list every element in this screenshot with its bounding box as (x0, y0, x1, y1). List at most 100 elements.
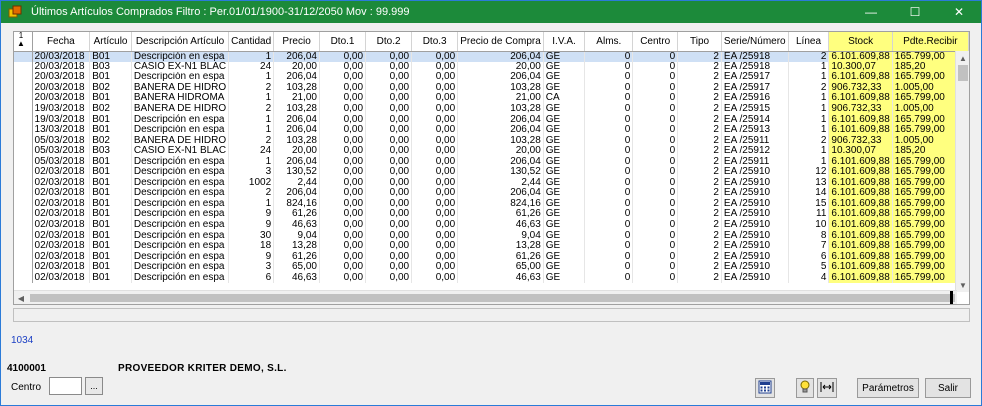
centro-input[interactable] (49, 377, 82, 395)
table-cell: B01 (89, 198, 132, 210)
column-header-art-culo[interactable]: Artículo (89, 32, 132, 52)
exit-button[interactable]: Salir (925, 378, 971, 398)
table-cell: 19/03/2018 (32, 114, 91, 125)
table-cell: Descripción en espa (131, 240, 230, 252)
table-cell: 0,00 (319, 177, 367, 189)
centro-browse-button[interactable]: ... (85, 377, 103, 395)
close-icon[interactable]: ✕ (937, 1, 981, 23)
table-row[interactable]: 02/03/2018 B01 Descripción en espa 9 61,26 0,… (14, 251, 969, 262)
row-indicator[interactable] (14, 124, 33, 136)
column-header-l-nea[interactable]: Línea (788, 32, 830, 52)
minimize-icon[interactable]: — (849, 1, 893, 23)
scroll-left-icon[interactable]: ◀ (14, 291, 28, 304)
column-header-alms[interactable]: Alms. (584, 32, 634, 52)
table-cell: 0,00 (319, 230, 367, 241)
row-indicator[interactable] (14, 145, 33, 157)
calculator-button[interactable] (755, 378, 775, 398)
column-header-dto-3[interactable]: Dto.3 (411, 32, 459, 52)
table-row[interactable]: 19/03/2018 B02 BAÑERA DE HIDRO 2 103,28 0,00 0… (14, 103, 969, 115)
table-row[interactable]: 20/03/2018 B03 CASIO EX-N1 BLAC 24 20,00 0,00… (14, 61, 969, 73)
row-indicator[interactable] (14, 177, 33, 189)
row-indicator[interactable] (14, 198, 33, 210)
horizontal-scrollbar[interactable]: ◀ (14, 290, 957, 304)
column-header-tipo[interactable]: Tipo (677, 32, 722, 52)
row-indicator[interactable] (14, 167, 33, 178)
column-header-stock[interactable]: Stock (828, 32, 893, 52)
column-header-serie-n-mero[interactable]: Serie/Número (721, 32, 789, 52)
table-cell: 0 (632, 177, 679, 189)
table-cell: B02 (89, 135, 132, 146)
scroll-down-icon[interactable]: ▼ (956, 278, 969, 292)
table-cell: 02/03/2018 (32, 219, 91, 231)
row-indicator[interactable] (14, 82, 33, 94)
column-header-centro[interactable]: Centro (632, 32, 679, 52)
table-row[interactable]: 20/03/2018 B01 Descripción en espa 1 206,04 0… (14, 72, 969, 83)
column-header-cantidad[interactable]: Cantidad (228, 32, 275, 52)
table-row[interactable]: 02/03/2018 B01 Descripción en espa 3 65,00 0,… (14, 261, 969, 273)
articles-grid[interactable]: 1 ▲ Fecha Artículo Descripción Artículo Cant… (13, 31, 970, 305)
row-indicator[interactable] (14, 51, 33, 62)
row-indicator[interactable] (14, 251, 33, 262)
row-indicator[interactable] (14, 209, 33, 220)
row-indicator[interactable] (14, 72, 33, 83)
table-row[interactable]: 05/03/2018 B01 Descripción en espa 1 206,04 0… (14, 156, 969, 168)
table-row[interactable]: 02/03/2018 B01 Descripción en espa 6 46,63 0,… (14, 272, 969, 284)
table-row[interactable]: 19/03/2018 B01 Descripción en espa 1 206,04 0… (14, 114, 969, 125)
row-indicator[interactable] (14, 240, 33, 252)
vertical-scrollbar[interactable]: ▲ ▼ (955, 51, 969, 292)
row-indicator[interactable] (14, 261, 33, 273)
row-indicator[interactable] (14, 219, 33, 231)
row-indicator[interactable] (14, 114, 33, 125)
row-indicator[interactable] (14, 272, 33, 284)
row-indicator[interactable] (14, 188, 33, 199)
sort-indicator[interactable]: 1 ▲ (14, 32, 33, 52)
table-cell: EA /25910 (721, 188, 789, 199)
table-cell: 0,00 (319, 240, 367, 252)
column-header-i-v-a[interactable]: I.V.A. (543, 32, 586, 52)
column-header-fecha[interactable]: Fecha (32, 32, 91, 52)
table-cell: 6.101.609,88 (828, 230, 893, 241)
table-row[interactable]: 20/03/2018 B01 Descripción en espa 1 206,04 0… (14, 51, 969, 62)
column-width-button[interactable] (817, 378, 837, 398)
table-row[interactable]: 02/03/2018 B01 Descripción en espa 1002 2,44… (14, 177, 969, 189)
table-cell: B01 (89, 261, 132, 273)
table-row[interactable]: 20/03/2018 B02 BAÑERA DE HIDRO 2 103,28 0,00 0… (14, 82, 969, 94)
table-cell: 2 (677, 230, 722, 241)
parameters-button[interactable]: Parámetros (857, 378, 919, 398)
column-header-pdte-recibir[interactable]: Pdte.Recibir (892, 32, 969, 52)
row-indicator[interactable] (14, 135, 33, 146)
table-row[interactable]: 05/03/2018 B03 CASIO EX-N1 BLAC 24 20,00 0,00… (14, 145, 969, 157)
vertical-scroll-thumb[interactable] (958, 65, 968, 81)
table-row[interactable]: 13/03/2018 B01 Descripción en espa 1 206,04 0… (14, 124, 969, 136)
table-row[interactable]: 02/03/2018 B01 Descripción en espa 9 46,63 0,… (14, 219, 969, 231)
table-row[interactable]: 02/03/2018 B01 Descripción en espa 1 824,16 0… (14, 198, 969, 210)
table-row[interactable]: 02/03/2018 B01 Descripción en espa 3 130,52 0… (14, 167, 969, 178)
table-row[interactable]: 02/03/2018 B01 Descripción en espa 9 61,26 0,… (14, 209, 969, 220)
hint-button[interactable] (796, 378, 814, 398)
column-header-precio-de-compra[interactable]: Precio de Compra (457, 32, 544, 52)
table-row[interactable]: 02/03/2018 B01 Descripción en espa 2 206,04 0… (14, 188, 969, 199)
scroll-up-icon[interactable]: ▲ (956, 51, 969, 65)
maximize-icon[interactable]: ☐ (893, 1, 937, 23)
table-cell: Descripción en espa (131, 177, 230, 189)
table-row[interactable]: 02/03/2018 B01 Descripción en espa 18 13,28 0… (14, 240, 969, 252)
row-indicator[interactable] (14, 61, 33, 73)
table-cell: 46,63 (457, 219, 544, 231)
column-header-precio[interactable]: Precio (273, 32, 320, 52)
column-header-dto-1[interactable]: Dto.1 (319, 32, 367, 52)
table-row[interactable]: 20/03/2018 B01 BAÑERA HIDROMA 1 21,00 0,00 0,0… (14, 93, 969, 104)
table-row[interactable]: 05/03/2018 B02 BAÑERA DE HIDRO 2 103,28 0,00 0… (14, 135, 969, 146)
table-cell: 206,04 (457, 72, 544, 83)
column-header-dto-2[interactable]: Dto.2 (365, 32, 413, 52)
row-indicator[interactable] (14, 156, 33, 168)
table-cell: 05/03/2018 (32, 135, 91, 146)
table-cell: 0 (632, 261, 679, 273)
column-header-descripci-n-art-culo[interactable]: Descripción Artículo (131, 32, 230, 52)
horizontal-scroll-thumb[interactable] (30, 294, 955, 302)
row-indicator[interactable] (14, 230, 33, 241)
table-cell: 0,00 (411, 198, 459, 210)
table-cell: 103,28 (273, 103, 320, 115)
table-row[interactable]: 02/03/2018 B01 Descripción en espa 30 9,04 0,… (14, 230, 969, 241)
row-indicator[interactable] (14, 103, 33, 115)
row-indicator[interactable] (14, 93, 33, 104)
